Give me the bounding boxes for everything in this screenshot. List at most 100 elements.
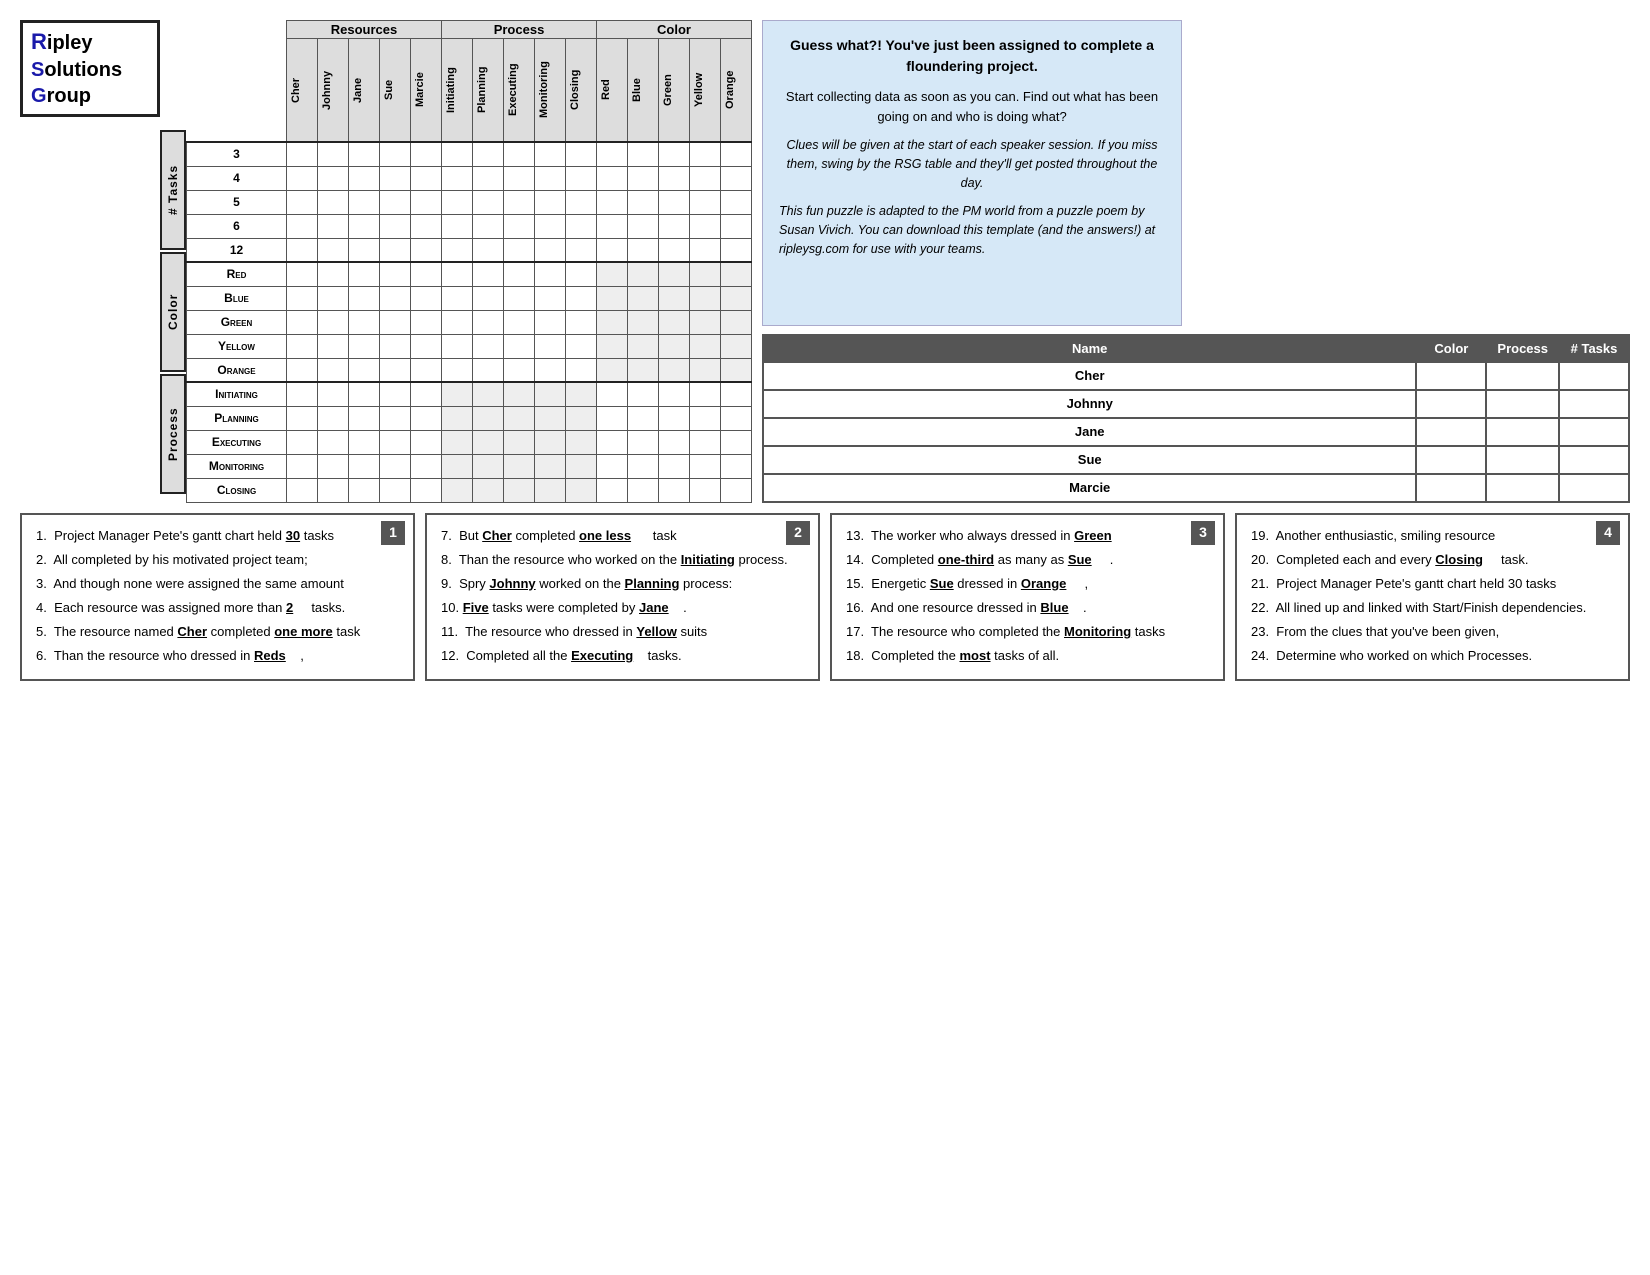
summary-tasks-header: # Tasks (1559, 335, 1629, 362)
clue-box-3: 3 13. The worker who always dressed in G… (830, 513, 1225, 682)
tasks-label: # Tasks (160, 130, 186, 250)
table-row: 5 (187, 190, 752, 214)
summary-row-jane: Jane (763, 418, 1629, 446)
clue-3-5: 17. The resource who completed the Monit… (846, 621, 1209, 643)
summary-header-row: Name Color Process # Tasks (763, 335, 1629, 362)
col-blue: Blue (628, 39, 659, 143)
row-green: Green (187, 310, 287, 334)
clue-box-4: 4 19. Another enthusiastic, smiling reso… (1235, 513, 1630, 682)
clue-3-1: 13. The worker who always dressed in Gre… (846, 525, 1209, 547)
puzzle-table: Resources Process Color Cher Johnny Jane (186, 20, 752, 503)
summary-row-sue: Sue (763, 446, 1629, 474)
logo-line1: ipley (47, 32, 93, 54)
table-row: Planning (187, 406, 752, 430)
page-container: Ripley Solutions Group # Tasks Color Pro… (20, 20, 1630, 681)
table-row: 12 (187, 238, 752, 262)
clue-1-6: 6. Than the resource who dressed in Reds… (36, 645, 399, 667)
table-row: Executing (187, 430, 752, 454)
clue-2-4: 10. Five tasks were completed by Jane . (441, 597, 804, 619)
summary-name-johnny: Johnny (763, 390, 1416, 418)
clue-1-5: 5. The resource named Cher completed one… (36, 621, 399, 643)
col-green: Green (659, 39, 690, 143)
row-3: 3 (187, 142, 287, 166)
clue-box-2: 2 7. But Cher completed one less task 8.… (425, 513, 820, 682)
clue-3-3: 15. Energetic Sue dressed in Orange , (846, 573, 1209, 595)
clue-4-3: 21. Project Manager Pete's gantt chart h… (1251, 573, 1614, 595)
col-monitoring: Monitoring (535, 39, 566, 143)
col-planning: Planning (473, 39, 504, 143)
col-executing: Executing (504, 39, 535, 143)
row-planning: Planning (187, 406, 287, 430)
col-orange: Orange (721, 39, 752, 143)
summary-row-marcie: Marcie (763, 474, 1629, 502)
table-row: Green (187, 310, 752, 334)
col-sue: Sue (380, 39, 411, 143)
table-row: Yellow (187, 334, 752, 358)
top-section: Ripley Solutions Group # Tasks Color Pro… (20, 20, 1630, 503)
info-headline: Guess what?! You've just been assigned t… (779, 35, 1165, 77)
info-italic2: This fun puzzle is adapted to the PM wor… (779, 202, 1165, 258)
clue-1-2: 2. All completed by his motivated projec… (36, 549, 399, 571)
summary-row-johnny: Johnny (763, 390, 1629, 418)
row-executing: Executing (187, 430, 287, 454)
logo-s: S (31, 59, 44, 81)
summary-name-sue: Sue (763, 446, 1416, 474)
row-12: 12 (187, 238, 287, 262)
logo-g: G (31, 85, 47, 107)
top-right-area: Guess what?! You've just been assigned t… (762, 20, 1630, 503)
clue-badge-1: 1 (381, 521, 405, 545)
row-monitoring: Monitoring (187, 454, 287, 478)
summary-name-cher: Cher (763, 362, 1416, 390)
clue-3-2: 14. Completed one-third as many as Sue . (846, 549, 1209, 571)
process-section-header: Process (442, 21, 597, 39)
col-initiating: Initiating (442, 39, 473, 143)
info-panel: Guess what?! You've just been assigned t… (762, 20, 1182, 326)
color-label: Color (160, 252, 186, 372)
col-johnny: Johnny (318, 39, 349, 143)
clue-2-6: 12. Completed all the Executing tasks. (441, 645, 804, 667)
col-yellow: Yellow (690, 39, 721, 143)
clue-badge-4: 4 (1596, 521, 1620, 545)
row-red: Red (187, 262, 287, 286)
clue-4-5: 23. From the clues that you've been give… (1251, 621, 1614, 643)
clue-1-4: 4. Each resource was assigned more than … (36, 597, 399, 619)
row-initiating: Initiating (187, 382, 287, 406)
table-row: Closing (187, 478, 752, 502)
logo-r: R (31, 29, 47, 54)
col-red: Red (597, 39, 628, 143)
row-group-labels: # Tasks Color Process (160, 130, 186, 503)
clue-2-3: 9. Spry Johnny worked on the Planning pr… (441, 573, 804, 595)
row-5: 5 (187, 190, 287, 214)
row-blue: Blue (187, 286, 287, 310)
logo: Ripley Solutions Group (20, 20, 160, 117)
logo-line2: olutions (44, 59, 122, 81)
process-label: Process (160, 374, 186, 494)
clue-box-1: 1 1. Project Manager Pete's gantt chart … (20, 513, 415, 682)
table-row: Orange (187, 358, 752, 382)
col-cher: Cher (287, 39, 318, 143)
clue-1-3: 3. And though none were assigned the sam… (36, 573, 399, 595)
clue-3-4: 16. And one resource dressed in Blue . (846, 597, 1209, 619)
clue-badge-2: 2 (786, 521, 810, 545)
table-row: Blue (187, 286, 752, 310)
clue-4-1: 19. Another enthusiastic, smiling resour… (1251, 525, 1614, 547)
logo-line3: roup (47, 85, 91, 107)
summary-row-cher: Cher (763, 362, 1629, 390)
info-italic1: Clues will be given at the start of each… (779, 136, 1165, 192)
table-row: 6 (187, 214, 752, 238)
summary-table: Name Color Process # Tasks Cher Johnny (762, 334, 1630, 503)
clue-2-1: 7. But Cher completed one less task (441, 525, 804, 547)
table-row: 3 (187, 142, 752, 166)
row-closing: Closing (187, 478, 287, 502)
clues-section: 1 1. Project Manager Pete's gantt chart … (20, 513, 1630, 682)
clue-3-6: 18. Completed the most tasks of all. (846, 645, 1209, 667)
table-row: Monitoring (187, 454, 752, 478)
clue-1-1: 1. Project Manager Pete's gantt chart he… (36, 525, 399, 547)
clue-4-2: 20. Completed each and every Closing tas… (1251, 549, 1614, 571)
puzzle-grid-wrapper: # Tasks Color Process (160, 20, 752, 503)
clue-2-2: 8. Than the resource who worked on the I… (441, 549, 804, 571)
col-closing: Closing (566, 39, 597, 143)
section-header-row: Resources Process Color (187, 21, 752, 39)
color-section-header: Color (597, 21, 752, 39)
row-4: 4 (187, 166, 287, 190)
